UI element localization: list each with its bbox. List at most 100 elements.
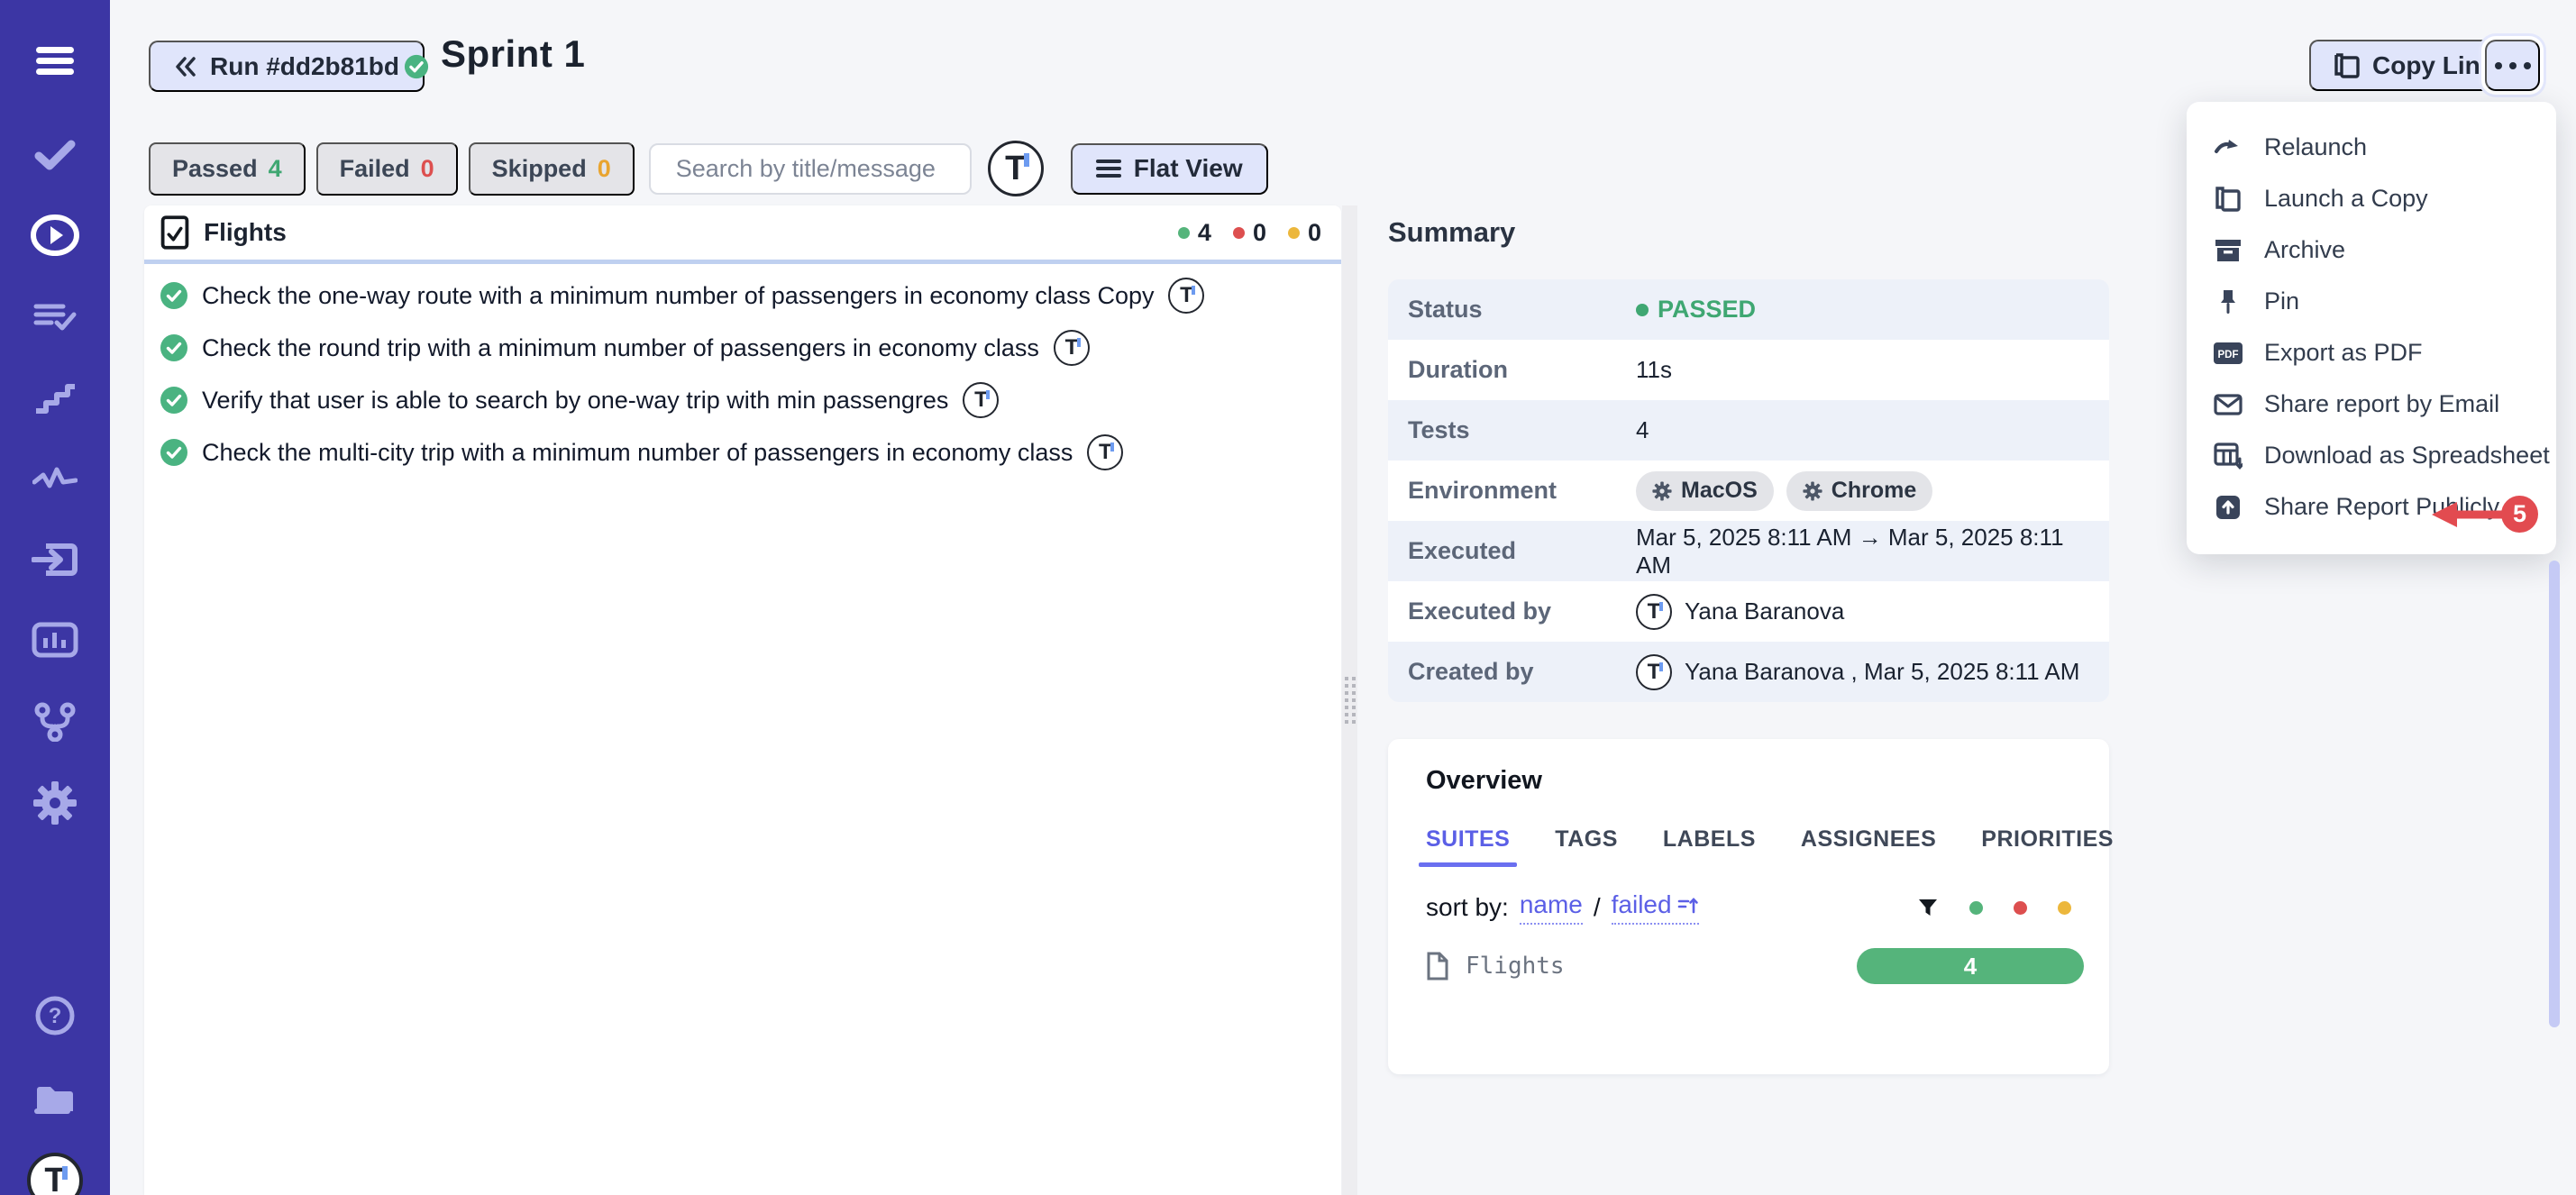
legend-skipped-dot[interactable] xyxy=(2058,901,2071,915)
projects-folder-icon[interactable] xyxy=(0,1078,110,1117)
menu-item-download-spreadsheet[interactable]: Download as Spreadsheet xyxy=(2187,430,2556,481)
tab-labels[interactable]: LABELS xyxy=(1663,826,1756,867)
reporter-avatar-icon[interactable]: T xyxy=(963,382,999,418)
steps-icon[interactable] xyxy=(0,379,110,416)
menu-item-archive[interactable]: Archive xyxy=(2187,224,2556,276)
annotation-arrow-icon xyxy=(2430,497,2506,532)
search-box[interactable] xyxy=(649,143,972,195)
filter-failed-button[interactable]: Failed 0 xyxy=(316,142,458,196)
runs-icon[interactable] xyxy=(0,213,110,258)
menu-item-share-email[interactable]: Share report by Email xyxy=(2187,379,2556,430)
test-plans-icon[interactable] xyxy=(0,297,110,337)
legend-failed-dot[interactable] xyxy=(2014,901,2027,915)
analytics-icon[interactable] xyxy=(0,460,110,497)
copy-icon xyxy=(2212,186,2244,213)
filter-funnel-icon[interactable] xyxy=(1917,897,1939,918)
menu-item-label: Relaunch xyxy=(2264,133,2367,161)
overview-suite-row[interactable]: Flights 4 xyxy=(1426,952,2071,981)
list-view-icon xyxy=(1096,158,1121,179)
suite-passed-count: 4 xyxy=(1198,219,1211,247)
more-actions-dropdown: Relaunch Launch a Copy Archive Pin PDF E… xyxy=(2187,102,2556,554)
copy-icon xyxy=(2334,52,2360,79)
sidebar: ? T xyxy=(0,0,110,1195)
test-row[interactable]: Check the one-way route with a minimum n… xyxy=(144,269,1341,322)
pdf-icon: PDF xyxy=(2212,342,2244,365)
branches-icon[interactable] xyxy=(0,701,110,743)
summary-row-status: Status PASSED xyxy=(1388,279,2109,340)
ellipsis-icon xyxy=(2495,62,2531,69)
status-value: PASSED xyxy=(1636,296,1756,324)
overview-tabs: SUITES TAGS LABELS ASSIGNEES PRIORITIES xyxy=(1426,826,2071,867)
environment-pill[interactable]: Chrome xyxy=(1786,471,1932,511)
archive-icon xyxy=(2212,238,2244,263)
scrollbar-thumb[interactable] xyxy=(2549,561,2560,1027)
sort-by-name-link[interactable]: name xyxy=(1520,890,1583,925)
legend-passed-dot[interactable] xyxy=(1969,901,1983,915)
tab-assignees[interactable]: ASSIGNEES xyxy=(1801,826,1936,867)
summary-row-created-by: Created by TYana Baranova , Mar 5, 2025 … xyxy=(1388,642,2109,702)
menu-item-pin[interactable]: Pin xyxy=(2187,276,2556,327)
sort-ascending-icon xyxy=(1677,894,1699,916)
executed-by-value: Yana Baranova xyxy=(1685,598,1844,625)
failed-label: Failed xyxy=(340,155,410,183)
summary-row-executed-by: Executed by TYana Baranova xyxy=(1388,581,2109,642)
settings-gear-icon[interactable] xyxy=(0,780,110,826)
page-title: Sprint 1 xyxy=(441,32,585,76)
reporter-avatar-icon[interactable]: T xyxy=(1054,330,1090,366)
more-actions-button[interactable] xyxy=(2485,40,2540,91)
test-title: Check the multi-city trip with a minimum… xyxy=(202,439,1073,467)
environment-pill[interactable]: MacOS xyxy=(1636,471,1774,511)
suite-failed-count: 0 xyxy=(1253,219,1266,247)
back-to-run-button[interactable]: Run #dd2b81bd xyxy=(149,41,425,92)
filter-passed-button[interactable]: Passed 4 xyxy=(149,142,306,196)
filter-skipped-button[interactable]: Skipped 0 xyxy=(469,142,635,196)
test-title: Verify that user is able to search by on… xyxy=(202,387,948,415)
flat-view-button[interactable]: Flat View xyxy=(1071,143,1268,195)
user-avatar[interactable]: T xyxy=(0,1152,110,1195)
tab-tags[interactable]: TAGS xyxy=(1555,826,1618,867)
executed-value: Mar 5, 2025 8:11 AM → Mar 5, 2025 8:11 A… xyxy=(1636,524,2089,579)
menu-item-label: Pin xyxy=(2264,287,2299,315)
imports-icon[interactable] xyxy=(0,539,110,580)
tests-icon[interactable] xyxy=(0,135,110,175)
pin-icon xyxy=(2212,288,2244,315)
summary-heading: Summary xyxy=(1388,216,1515,249)
spreadsheet-icon xyxy=(2212,442,2244,470)
reporter-avatar-icon[interactable]: T xyxy=(1087,434,1123,470)
splitter-grip-icon xyxy=(1345,677,1356,724)
test-passed-icon xyxy=(160,282,187,309)
panel-splitter[interactable] xyxy=(1342,205,1357,1195)
tab-priorities[interactable]: PRIORITIES xyxy=(1981,826,2114,867)
menu-item-label: Download as Spreadsheet xyxy=(2264,442,2550,470)
menu-item-export-pdf[interactable]: PDF Export as PDF xyxy=(2187,327,2556,379)
environment-label: Environment xyxy=(1408,477,1636,505)
legend xyxy=(1917,897,2071,918)
status-label: Status xyxy=(1408,296,1636,324)
reporter-avatar-icon[interactable]: T xyxy=(1168,278,1204,314)
menu-item-relaunch[interactable]: Relaunch xyxy=(2187,122,2556,173)
run-passed-status-icon xyxy=(404,54,429,84)
search-input[interactable] xyxy=(676,155,995,183)
menu-icon[interactable] xyxy=(0,41,110,81)
sort-by-failed-link[interactable]: failed xyxy=(1612,890,1699,925)
tab-suites[interactable]: SUITES xyxy=(1426,826,1510,867)
passed-label: Passed xyxy=(172,155,258,183)
suite-counts: 4 0 0 xyxy=(1178,219,1325,247)
menu-item-launch-copy[interactable]: Launch a Copy xyxy=(2187,173,2556,224)
duration-label: Duration xyxy=(1408,356,1636,384)
app-logo-icon[interactable]: T xyxy=(988,141,1044,196)
test-row[interactable]: Check the round trip with a minimum numb… xyxy=(144,322,1341,374)
test-row[interactable]: Check the multi-city trip with a minimum… xyxy=(144,426,1341,479)
suite-header[interactable]: Flights 4 0 0 xyxy=(144,205,1341,260)
sort-separator: / xyxy=(1594,893,1601,922)
summary-row-environment: Environment MacOS Chrome xyxy=(1388,461,2109,521)
executed-label: Executed xyxy=(1408,537,1636,565)
passed-count: 4 xyxy=(269,155,282,183)
bar-count: 4 xyxy=(1964,953,1977,981)
summary-table: Status PASSED Duration 11s Tests 4 Envir… xyxy=(1388,279,2109,702)
suite-divider xyxy=(144,260,1341,264)
share-public-icon xyxy=(2212,495,2244,520)
help-icon[interactable]: ? xyxy=(0,995,110,1036)
test-row[interactable]: Verify that user is able to search by on… xyxy=(144,374,1341,426)
reports-icon[interactable] xyxy=(0,620,110,660)
